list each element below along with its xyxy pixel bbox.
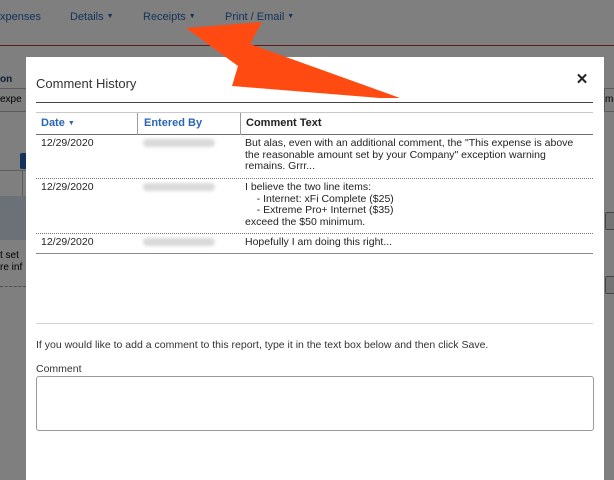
table-row: 12/29/2020 Hopefully I am doing this rig… [36,234,593,254]
row-date: 12/29/2020 [41,181,94,193]
comment-history-table: Date ▼ Entered By Comment Text 12/29/2020… [36,112,593,254]
dialog-title: Comment History [36,76,137,91]
row-comment-text: I believe the two line items: - Internet… [245,181,394,228]
table-row: 12/29/2020 But alas, even with an additi… [36,135,593,179]
column-header-entered-by[interactable]: Entered By [137,113,240,135]
row-entered-by-redacted [143,238,223,248]
title-divider [36,102,593,103]
comment-history-dialog: Comment History ✕ Date ▼ Entered By Comme… [26,57,604,480]
row-date: 12/29/2020 [41,236,94,248]
close-icon[interactable]: ✕ [575,72,589,88]
instructions-text: If you would like to add a comment to th… [36,339,489,351]
sort-descending-icon: ▼ [67,120,75,127]
row-entered-by-redacted [143,139,223,149]
row-comment-text: But alas, even with an additional commen… [245,137,577,172]
column-header-date-label: Date [41,117,65,129]
section-divider [36,323,593,324]
table-header: Date ▼ Entered By Comment Text [36,112,593,135]
column-header-date[interactable]: Date ▼ [36,113,137,135]
column-header-comment-text: Comment Text [240,113,593,135]
row-date: 12/29/2020 [41,137,94,149]
row-entered-by-redacted [143,183,223,193]
table-row: 12/29/2020 I believe the two line items:… [36,179,593,234]
row-comment-text: Hopefully I am doing this right... [245,236,393,248]
comment-label: Comment [36,363,82,375]
comment-textarea[interactable] [36,376,594,431]
